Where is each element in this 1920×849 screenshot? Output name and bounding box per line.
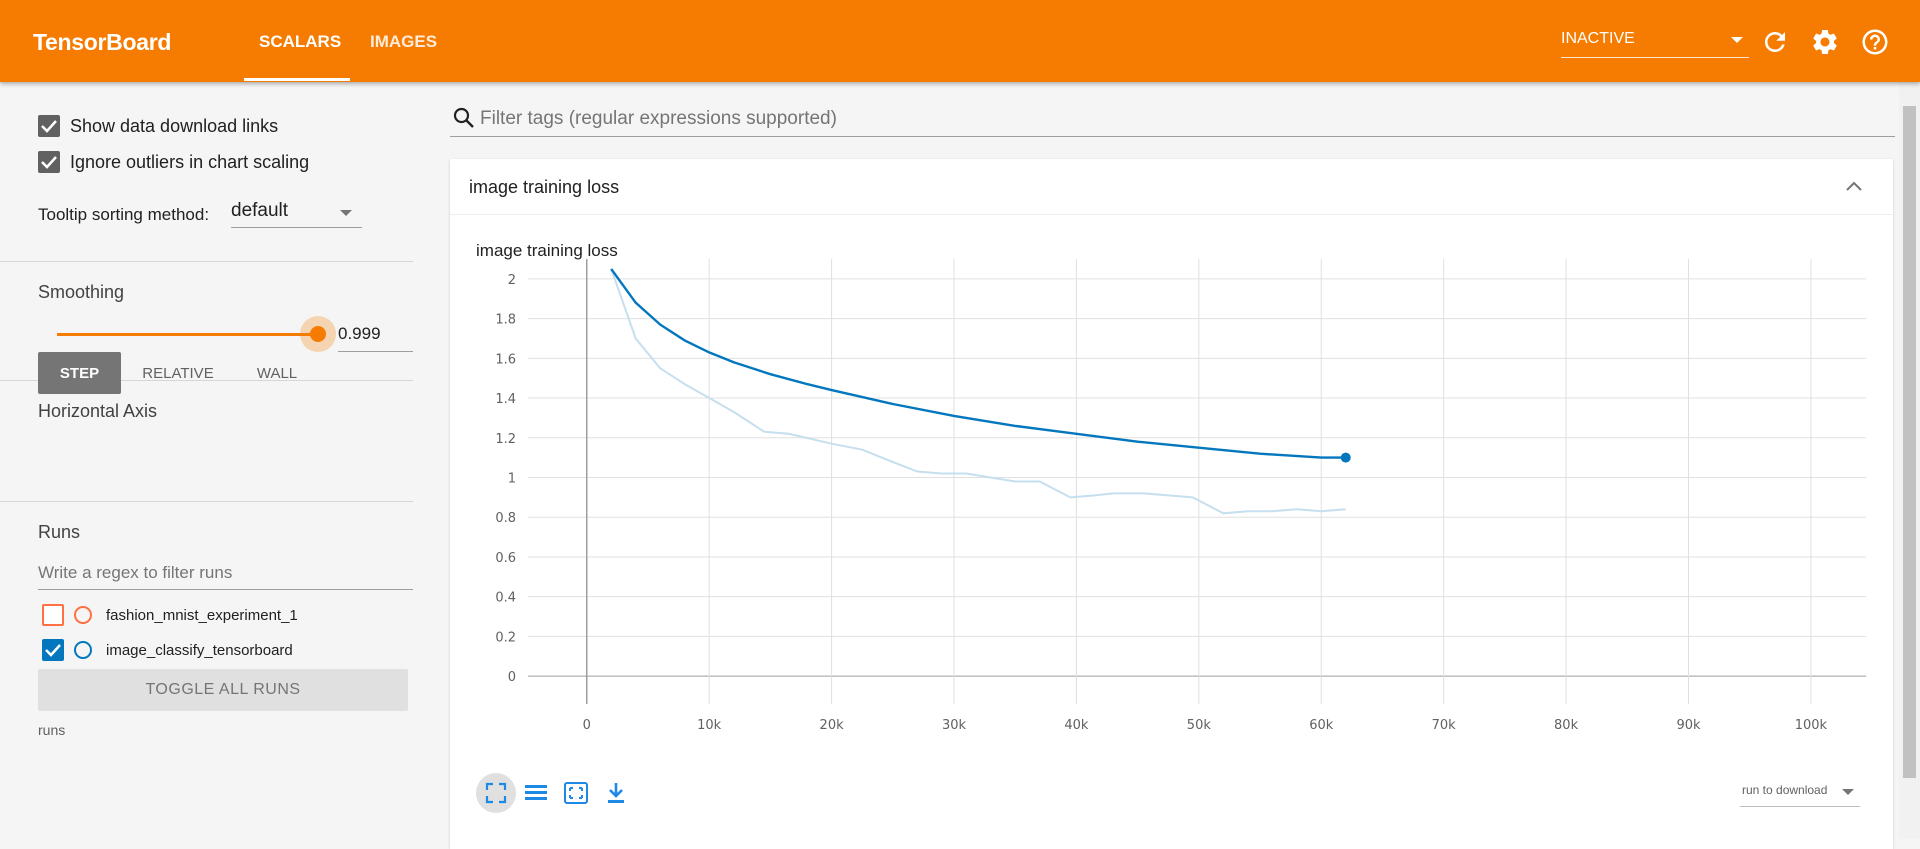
y-tick-label: 0.2 xyxy=(495,630,516,645)
search-icon xyxy=(453,107,474,128)
x-tick-label: 30k xyxy=(942,718,967,733)
run-color-circle-icon xyxy=(74,606,92,624)
chevron-up-icon[interactable] xyxy=(1844,178,1864,194)
run-name: fashion_mnist_experiment_1 xyxy=(106,606,298,624)
y-tick-label: 0 xyxy=(508,670,516,685)
card-header[interactable]: image training loss xyxy=(450,159,1893,215)
active-tab-indicator xyxy=(244,78,350,81)
run-row-fashion-mnist[interactable]: fashion_mnist_experiment_1 xyxy=(42,603,298,627)
run-checkbox-checked-icon[interactable] xyxy=(42,639,64,661)
download-select-label: run to download xyxy=(1742,783,1828,797)
x-tick-label: 40k xyxy=(1064,718,1089,733)
log-scale-toggle-icon[interactable] xyxy=(516,773,556,813)
runs-filter-placeholder: Write a regex to filter runs xyxy=(38,563,233,582)
run-to-download-select[interactable]: run to download xyxy=(1740,777,1860,807)
page-scrollbar[interactable] xyxy=(1899,82,1920,839)
x-tick-label: 50k xyxy=(1187,718,1212,733)
axis-relative-button[interactable]: RELATIVE xyxy=(128,352,228,394)
chevron-down-icon xyxy=(340,210,352,216)
tag-filter-input[interactable]: Filter tags (regular expressions support… xyxy=(450,100,1895,137)
inactive-select-value: INACTIVE xyxy=(1561,30,1635,47)
run-name: image_classify_tensorboard xyxy=(106,641,293,659)
runs-footer-label: runs xyxy=(38,722,66,738)
tab-images[interactable]: IMAGES xyxy=(370,32,437,52)
settings-gear-icon[interactable] xyxy=(1810,27,1840,57)
runs-filter-input[interactable]: Write a regex to filter runs xyxy=(38,558,413,590)
tag-filter-placeholder: Filter tags (regular expressions support… xyxy=(480,108,837,129)
run-checkbox-unchecked-icon[interactable] xyxy=(42,604,64,626)
checkbox-checked-icon xyxy=(38,151,60,173)
y-tick-label: 1.4 xyxy=(495,392,516,407)
ignore-outliers-label: Ignore outliers in chart scaling xyxy=(70,151,310,172)
series-endpoint-marker xyxy=(1340,452,1351,463)
app-title: TensorBoard xyxy=(33,29,172,55)
smoothing-title: Smoothing xyxy=(38,282,125,302)
help-icon[interactable] xyxy=(1860,27,1890,57)
refresh-icon[interactable] xyxy=(1760,27,1790,57)
divider xyxy=(0,501,413,502)
card-title: image training loss xyxy=(469,177,620,197)
y-tick-label: 0.4 xyxy=(495,591,516,606)
tooltip-sort-label: Tooltip sorting method: xyxy=(38,205,210,224)
y-tick-label: 1 xyxy=(508,472,516,487)
x-tick-label: 20k xyxy=(820,718,845,733)
runs-title: Runs xyxy=(38,522,81,542)
download-icon[interactable] xyxy=(596,773,636,813)
sidebar: Show data download links Ignore outliers… xyxy=(0,82,413,839)
axis-wall-button[interactable]: WALL xyxy=(238,352,316,394)
smoothing-value-input[interactable]: 0.999 xyxy=(338,322,413,352)
y-tick-label: 0.8 xyxy=(495,511,516,526)
top-app-bar: TensorBoard SCALARS IMAGES INACTIVE xyxy=(0,0,1920,82)
scrollbar-thumb[interactable] xyxy=(1903,106,1916,778)
run-color-circle-icon xyxy=(74,641,92,659)
smoothing-slider-thumb[interactable] xyxy=(310,326,326,342)
y-tick-label: 1.2 xyxy=(495,432,516,447)
x-tick-label: 90k xyxy=(1676,718,1701,733)
tooltip-sort-select[interactable]: default xyxy=(231,198,362,228)
y-tick-label: 2 xyxy=(508,273,516,288)
x-tick-label: 80k xyxy=(1554,718,1579,733)
run-row-image-classify[interactable]: image_classify_tensorboard xyxy=(42,638,293,662)
tab-scalars[interactable]: SCALARS xyxy=(259,32,341,52)
x-tick-label: 0 xyxy=(583,718,591,733)
chart-card: image training loss image training loss … xyxy=(450,159,1893,849)
fullscreen-toggle-icon[interactable] xyxy=(476,773,516,813)
smoothing-slider-track[interactable] xyxy=(57,333,318,336)
divider xyxy=(0,261,413,262)
inactive-dashboard-select[interactable]: INACTIVE xyxy=(1561,26,1749,58)
x-tick-label: 10k xyxy=(697,718,722,733)
x-tick-label: 100k xyxy=(1795,718,1828,733)
show-download-links-label: Show data download links xyxy=(70,115,279,136)
toggle-all-runs-button[interactable]: TOGGLE ALL RUNS xyxy=(38,669,408,711)
series-line-smoothed xyxy=(610,268,1346,459)
fit-domain-icon[interactable] xyxy=(556,773,596,813)
chevron-down-icon xyxy=(1731,37,1743,43)
show-download-links-checkbox[interactable]: Show data download links xyxy=(38,114,278,138)
chart-title: image training loss xyxy=(476,241,618,260)
axis-step-button[interactable]: STEP xyxy=(38,352,121,394)
chevron-down-icon xyxy=(1842,789,1854,795)
ignore-outliers-checkbox[interactable]: Ignore outliers in chart scaling xyxy=(38,150,309,174)
x-tick-label: 70k xyxy=(1432,718,1457,733)
y-tick-label: 1.8 xyxy=(495,313,516,328)
y-tick-label: 1.6 xyxy=(495,352,516,367)
loss-line-chart[interactable]: 0 0.2 0.4 0.6 0.8 1 1.2 1.4 1.6 1.8 2 0 10k 20k 30k 40k… xyxy=(450,259,1893,769)
tooltip-sort-value: default xyxy=(231,200,289,221)
series-line-raw xyxy=(610,268,1346,515)
y-tick-label: 0.6 xyxy=(495,551,516,566)
checkbox-checked-icon xyxy=(38,115,60,137)
horizontal-axis-title: Horizontal Axis xyxy=(38,401,158,421)
x-tick-label: 60k xyxy=(1309,718,1334,733)
